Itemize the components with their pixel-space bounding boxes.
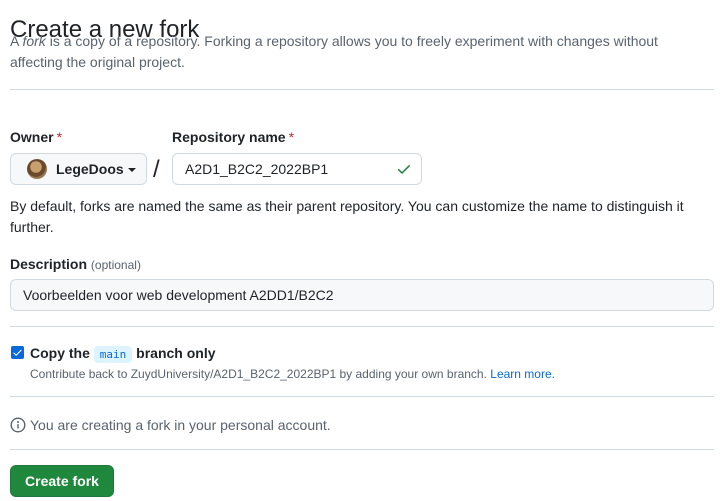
learn-more-link[interactable]: Learn more.: [490, 367, 555, 381]
personal-account-info: You are creating a fork in your personal…: [30, 417, 331, 433]
optional-tag: (optional): [90, 258, 141, 272]
copy-branch-note: Contribute back to ZuydUniversity/A2D1_B…: [30, 366, 555, 382]
copy-label-prefix: Copy the: [30, 345, 90, 361]
repo-name-label-text: Repository name: [172, 129, 286, 145]
description-label: Description (optional): [10, 256, 141, 272]
required-mark: *: [288, 129, 295, 145]
intro-suffix: is a copy of a repository. Forking a rep…: [10, 33, 658, 70]
intro-emphasis: fork: [22, 33, 46, 49]
owner-label-text: Owner: [10, 129, 54, 145]
divider: [10, 396, 714, 397]
page-intro: A fork is a copy of a repository. Forkin…: [10, 31, 710, 73]
copy-main-branch-checkbox[interactable]: [11, 346, 24, 359]
description-input[interactable]: [10, 279, 714, 311]
divider: [10, 326, 714, 327]
repo-name-input[interactable]: [172, 153, 422, 185]
description-label-text: Description: [10, 256, 88, 272]
repo-name-label: Repository name *: [172, 129, 294, 145]
checkmark-icon: [13, 349, 22, 356]
repo-name-help: By default, forks are named the same as …: [10, 198, 684, 235]
copy-note-text: Contribute back to ZuydUniversity/A2D1_B…: [30, 367, 487, 381]
divider: [10, 449, 714, 450]
copy-main-branch-label[interactable]: Copy the main branch only: [30, 344, 216, 364]
owner-repo-separator: /: [153, 156, 160, 183]
info-icon: [10, 417, 26, 433]
copy-label-suffix: branch only: [136, 345, 216, 361]
owner-label: Owner *: [10, 129, 62, 145]
branch-name-code: main: [93, 346, 133, 363]
check-icon: [397, 165, 410, 174]
avatar: [27, 159, 47, 179]
caret-down-icon: [127, 168, 136, 172]
owner-select-button[interactable]: LegeDoos: [10, 153, 147, 185]
required-mark: *: [56, 129, 63, 145]
divider: [10, 89, 714, 90]
intro-prefix: A: [10, 33, 23, 49]
create-fork-button[interactable]: Create fork: [10, 465, 114, 497]
owner-value: LegeDoos: [56, 161, 124, 177]
